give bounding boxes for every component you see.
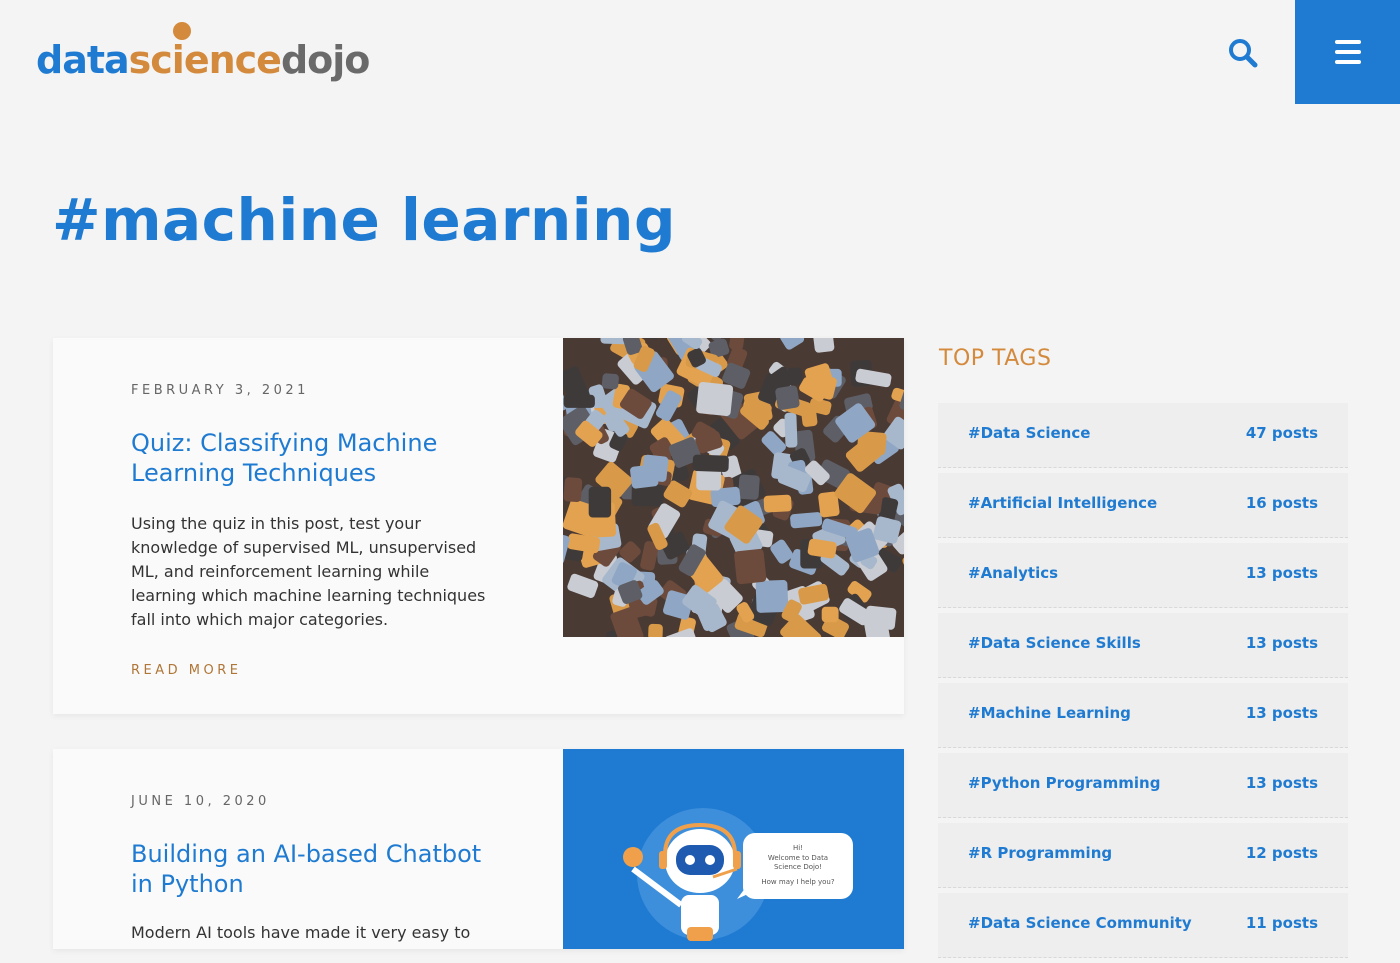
post-excerpt: Modern AI tools have made it very easy t… [131,923,471,942]
top-tags-heading: TOP TAGS [939,346,1052,371]
chatbot-robot-image: Hi! Welcome to Data Science Dojo! How ma… [623,808,853,941]
search-button[interactable] [1226,36,1260,70]
tag-name: #Python Programming [968,774,1161,792]
tag-row[interactable]: #Data Science Skills 13 posts [938,613,1348,678]
tag-post-count: 12 posts [1245,844,1318,862]
post-card: JUNE 10, 2020 Building an AI-based Chatb… [53,749,904,949]
tag-post-count: 47 posts [1245,424,1318,442]
tag-row[interactable]: #Python Programming 13 posts [938,753,1348,818]
tag-name: #R Programming [968,844,1113,862]
tag-post-count: 16 posts [1245,494,1318,512]
post-excerpt: Using the quiz in this post, test your k… [131,514,486,629]
menu-button[interactable] [1295,0,1400,104]
bubble-text: Science Dojo! [774,863,822,871]
tag-name: #Data Science Skills [968,634,1141,652]
post-date: FEBRUARY 3, 2021 [131,383,309,398]
logo-science: science [128,38,282,82]
tag-post-count: 13 posts [1245,564,1318,582]
top-tags-list: #Data Science 47 posts #Artificial Intelli… [938,403,1348,963]
bubble-text: How may I help you? [761,878,834,886]
tag-post-count: 13 posts [1245,774,1318,792]
bubble-text: Hi! [793,844,803,852]
post-title-link[interactable]: Building an AI-based Chatbot in Python [131,839,501,899]
tag-name: #Artificial Intelligence [968,494,1158,512]
tag-row[interactable]: #R Programming 12 posts [938,823,1348,888]
post-thumbnail-puzzle[interactable] [563,338,904,637]
search-icon [1229,39,1258,68]
post-title-link[interactable]: Quiz: Classifying Machine Learning Techn… [131,428,501,488]
tag-row[interactable]: #Data Science Community 11 posts [938,893,1348,958]
tag-post-count: 13 posts [1245,704,1318,722]
tag-row[interactable]: #Analytics 13 posts [938,543,1348,608]
tag-row[interactable]: #Data Science 47 posts [938,403,1348,468]
tag-name: #Data Science Community [968,914,1192,932]
tag-row[interactable]: #Machine Learning 13 posts [938,683,1348,748]
read-more-link[interactable]: READ MORE [131,663,241,678]
tag-name: #Analytics [968,564,1059,582]
logo-dojo: dojo [280,38,370,82]
post-date: JUNE 10, 2020 [131,794,270,809]
tag-name: #Data Science [968,424,1091,442]
tag-post-count: 11 posts [1245,914,1318,932]
tag-post-count: 13 posts [1245,634,1318,652]
logo-data: data [36,38,130,82]
puzzle-pieces-image [563,338,904,637]
tag-row[interactable]: #Artificial Intelligence 16 posts [938,473,1348,538]
post-thumbnail-chatbot[interactable]: Hi! Welcome to Data Science Dojo! How ma… [563,749,904,949]
page-title: #machine learning [52,186,676,254]
tag-name: #Machine Learning [968,704,1131,722]
post-card: FEBRUARY 3, 2021 Quiz: Classifying Machi… [53,338,904,714]
bubble-text: Welcome to Data [768,854,828,862]
